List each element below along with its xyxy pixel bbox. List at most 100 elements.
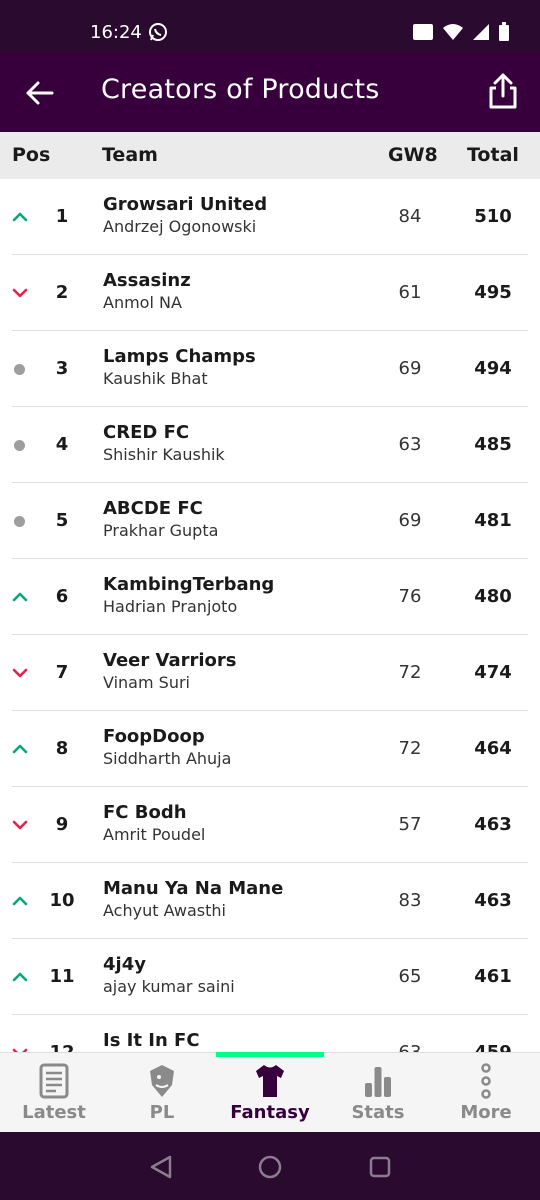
total-points: 481 (474, 510, 512, 531)
team-name: FC Bodh (103, 802, 187, 823)
tab-label: PL (149, 1102, 175, 1123)
table-row[interactable]: 9 FC Bodh Amrit Poudel 57 463 (12, 787, 528, 863)
manager-name: Amrit Poudel (103, 825, 206, 844)
bar-chart-icon (362, 1063, 394, 1099)
app-bar: Creators of Products (0, 52, 540, 132)
lion-icon (146, 1063, 178, 1099)
gameweek-points: 76 (398, 586, 422, 607)
system-nav-bar (0, 1132, 540, 1200)
tab-label: Fantasy (230, 1102, 310, 1123)
gameweek-points: 63 (384, 1042, 436, 1052)
table-row[interactable]: 5 ABCDE FC Prakhar Gupta 69 481 (12, 483, 528, 559)
row-position: 10 (49, 890, 75, 911)
team-name: FoopDoop (103, 726, 205, 747)
manager-name: Achyut Awasthi (103, 901, 226, 920)
system-icons (412, 22, 510, 42)
volte-icon (413, 24, 433, 40)
table-header: Pos Team GW8 Total (0, 132, 540, 179)
chevron-up-icon (12, 741, 28, 757)
total-points: 463 (474, 814, 512, 835)
nav-home-icon[interactable] (257, 1154, 283, 1180)
table-row[interactable]: 11 4j4y ajay kumar saini 65 461 (12, 939, 528, 1015)
tab-label: Latest (22, 1102, 86, 1123)
table-row[interactable]: 10 Manu Ya Na Mane Achyut Awasthi 83 463 (12, 863, 528, 939)
gameweek-points: 69 (398, 358, 422, 379)
row-position: 8 (55, 738, 69, 759)
nav-back-icon[interactable] (148, 1154, 174, 1180)
team-name: Manu Ya Na Mane (103, 878, 284, 899)
back-arrow-icon[interactable] (22, 76, 56, 110)
page-title: Creators of Products (101, 74, 380, 105)
wifi-icon (443, 24, 463, 40)
table-row[interactable]: 8 FoopDoop Siddharth Ahuja 72 464 (12, 711, 528, 787)
team-name: KambingTerbang (103, 574, 275, 595)
share-icon[interactable] (486, 72, 520, 110)
row-position: 3 (55, 358, 69, 379)
team-name: Is It In FC (103, 1030, 200, 1051)
table-row[interactable]: 1 Growsari United Andrzej Ogonowski 84 510 (12, 179, 528, 255)
table-row[interactable]: 2 Assasinz Anmol NA 61 495 (12, 255, 528, 331)
team-name: Veer Varriors (103, 650, 237, 671)
header-gw: GW8 (388, 144, 438, 166)
tab-label: More (460, 1102, 512, 1123)
chevron-up-icon (12, 209, 28, 225)
team-name: Lamps Champs (103, 346, 256, 367)
tab-latest[interactable]: Latest (0, 1053, 108, 1133)
chevron-down-icon (12, 665, 28, 681)
row-position: 5 (55, 510, 69, 531)
whatsapp-icon (149, 23, 167, 41)
row-position: 4 (55, 434, 69, 455)
signal-icon (473, 24, 489, 40)
header-total: Total (467, 144, 519, 166)
table-row[interactable]: 4 CRED FC Shishir Kaushik 63 485 (12, 407, 528, 483)
row-position: 6 (55, 586, 69, 607)
manager-name: Shishir Kaushik (103, 445, 225, 464)
gameweek-points: 72 (398, 738, 422, 759)
status-time: 16:24 (90, 22, 142, 43)
battery-icon (499, 22, 509, 41)
no-change-dot-icon (12, 437, 28, 453)
manager-name: Kaushik Bhat (103, 369, 208, 388)
team-name: CRED FC (103, 422, 190, 443)
table-row[interactable]: 7 Veer Varriors Vinam Suri 72 474 (12, 635, 528, 711)
manager-name: Vinam Suri (103, 673, 190, 692)
total-points: 464 (474, 738, 512, 759)
no-change-dot-icon (12, 513, 28, 529)
gameweek-points: 69 (398, 510, 422, 531)
no-change-dot-icon (12, 361, 28, 377)
manager-name: Anmol NA (103, 293, 182, 312)
table-row[interactable]: 12 Is It In FC 63 459 (12, 1015, 528, 1052)
header-pos: Pos (12, 144, 51, 166)
bottom-nav: Latest PL Fantasy Stats More (0, 1052, 540, 1132)
table-row[interactable]: 3 Lamps Champs Kaushik Bhat 69 494 (12, 331, 528, 407)
standings-list[interactable]: 1 Growsari United Andrzej Ogonowski 84 510 2 A… (0, 179, 540, 1052)
total-points: 461 (474, 966, 512, 987)
table-row[interactable]: 6 KambingTerbang Hadrian Pranjoto 76 480 (12, 559, 528, 635)
row-position: 2 (55, 282, 69, 303)
manager-name: Prakhar Gupta (103, 521, 219, 540)
total-points: 510 (474, 206, 512, 227)
nav-recents-icon[interactable] (367, 1154, 393, 1180)
tab-stats[interactable]: Stats (324, 1053, 432, 1133)
total-points: 480 (474, 586, 512, 607)
gameweek-points: 84 (398, 206, 422, 227)
gameweek-points: 72 (398, 662, 422, 683)
tab-more[interactable]: More (432, 1053, 540, 1133)
status-bar: 16:24 (0, 0, 540, 52)
active-tab-indicator (216, 1052, 324, 1057)
tab-fantasy[interactable]: Fantasy (216, 1052, 324, 1133)
row-position: 12 (42, 1042, 82, 1052)
manager-name: Hadrian Pranjoto (103, 597, 238, 616)
total-points: 495 (474, 282, 512, 303)
row-position: 9 (55, 814, 69, 835)
shirt-icon (254, 1063, 286, 1099)
tab-label: Stats (351, 1102, 405, 1123)
manager-name: Siddharth Ahuja (103, 749, 232, 768)
gameweek-points: 63 (398, 434, 422, 455)
tab-pl[interactable]: PL (108, 1053, 216, 1133)
manager-name: Andrzej Ogonowski (103, 217, 257, 236)
total-points: 459 (467, 1042, 519, 1052)
total-points: 463 (474, 890, 512, 911)
chevron-down-icon (12, 1045, 28, 1052)
gameweek-points: 57 (398, 814, 422, 835)
